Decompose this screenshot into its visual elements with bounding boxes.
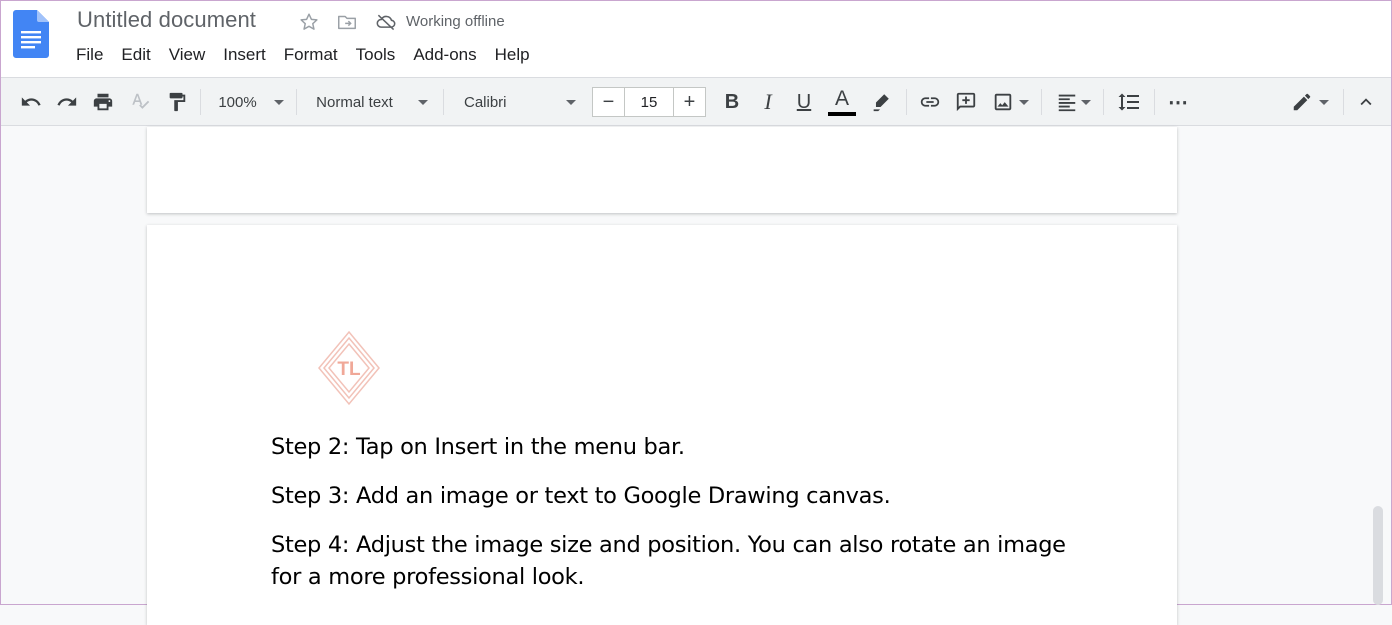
text-color-button[interactable]: A (827, 88, 857, 116)
paragraph-step-3[interactable]: Step 3: Add an image or text to Google D… (271, 480, 891, 512)
decrease-font-size-button[interactable]: − (593, 88, 624, 116)
pencil-icon (1293, 93, 1311, 111)
editing-mode-button[interactable] (1287, 88, 1333, 116)
chevron-down-icon (1319, 99, 1329, 105)
bold-icon: B (724, 90, 740, 113)
chevron-down-icon (1080, 99, 1091, 105)
print-icon[interactable] (89, 88, 117, 116)
font-size-stepper: − 15 + (592, 87, 706, 117)
insert-comment-icon[interactable] (952, 88, 980, 116)
chevron-down-icon (417, 99, 428, 105)
menu-insert[interactable]: Insert (214, 44, 275, 66)
document-page[interactable]: TL Step 2: Tap on Insert in the menu bar… (147, 225, 1177, 625)
font-family-value: Calibri (464, 93, 507, 111)
toolbar-separator (1343, 89, 1344, 115)
align-button[interactable] (1053, 88, 1093, 116)
highlight-color-icon[interactable] (867, 88, 895, 116)
undo-icon[interactable] (17, 88, 45, 116)
paragraph-style-value: Normal text (316, 93, 393, 111)
paragraph-step-4[interactable]: Step 4: Adjust the image size and positi… (271, 529, 1066, 561)
app-header: Untitled document Working offline File E… (1, 1, 1391, 77)
toolbar-separator (1154, 89, 1155, 115)
move-to-folder-icon[interactable] (336, 11, 358, 33)
menu-format[interactable]: Format (275, 44, 347, 66)
document-title[interactable]: Untitled document (77, 7, 256, 33)
menu-view[interactable]: View (160, 44, 215, 66)
watermark-logo: TL (315, 328, 383, 408)
toolbar-separator (906, 89, 907, 115)
chevron-up-icon (1360, 98, 1372, 106)
menu-tools[interactable]: Tools (347, 44, 405, 66)
offline-status: Working offline (406, 13, 505, 30)
font-family-select[interactable]: Calibri (453, 88, 581, 116)
insert-image-button[interactable] (988, 88, 1032, 116)
menu-help[interactable]: Help (486, 44, 539, 66)
image-icon (994, 93, 1011, 111)
italic-button[interactable]: I (755, 88, 781, 116)
align-left-icon (1058, 94, 1075, 112)
paint-format-icon[interactable] (163, 88, 191, 116)
previous-page (147, 127, 1177, 213)
italic-icon: I (764, 89, 772, 114)
formatting-toolbar: 100% Normal text Calibri − 15 + B I U A (1, 77, 1391, 126)
toolbar-separator (1041, 89, 1042, 115)
underline-icon: U (796, 90, 812, 113)
redo-icon[interactable] (53, 88, 81, 116)
vertical-scrollbar[interactable] (1373, 506, 1383, 605)
chevron-down-icon (565, 99, 576, 105)
paragraph-style-select[interactable]: Normal text (309, 88, 435, 116)
spellcheck-icon[interactable] (127, 88, 155, 116)
paragraph-step-2[interactable]: Step 2: Tap on Insert in the menu bar. (271, 431, 685, 463)
docs-logo-icon[interactable] (13, 10, 49, 58)
menu-addons[interactable]: Add-ons (404, 44, 485, 66)
menu-edit[interactable]: Edit (112, 44, 159, 66)
chevron-down-icon (273, 99, 284, 105)
bold-button[interactable]: B (719, 88, 745, 116)
increase-font-size-button[interactable]: + (674, 88, 705, 116)
toolbar-separator (1103, 89, 1104, 115)
menu-file[interactable]: File (67, 44, 112, 66)
line-spacing-icon[interactable] (1115, 88, 1143, 116)
menu-bar: File Edit View Insert Format Tools Add-o… (67, 44, 539, 66)
text-color-swatch (828, 111, 856, 116)
toolbar-separator (296, 89, 297, 115)
text-color-icon: A (834, 86, 849, 110)
insert-link-icon[interactable] (916, 88, 944, 116)
toolbar-separator (200, 89, 201, 115)
cloud-offline-icon (375, 11, 397, 33)
paragraph-step-4-continued[interactable]: for a more professional look. (271, 561, 585, 593)
chevron-down-icon (1018, 99, 1029, 105)
collapse-menus-button[interactable] (1352, 88, 1380, 116)
more-horizontal-icon: ⋯ (1168, 91, 1188, 114)
font-size-input[interactable]: 15 (624, 88, 674, 116)
underline-button[interactable]: U (791, 88, 817, 116)
zoom-select[interactable]: 100% (213, 88, 289, 116)
zoom-value: 100% (218, 93, 257, 111)
more-options-button[interactable]: ⋯ (1164, 88, 1192, 116)
watermark-text: TL (337, 359, 361, 380)
star-icon[interactable] (298, 11, 320, 33)
toolbar-separator (443, 89, 444, 115)
